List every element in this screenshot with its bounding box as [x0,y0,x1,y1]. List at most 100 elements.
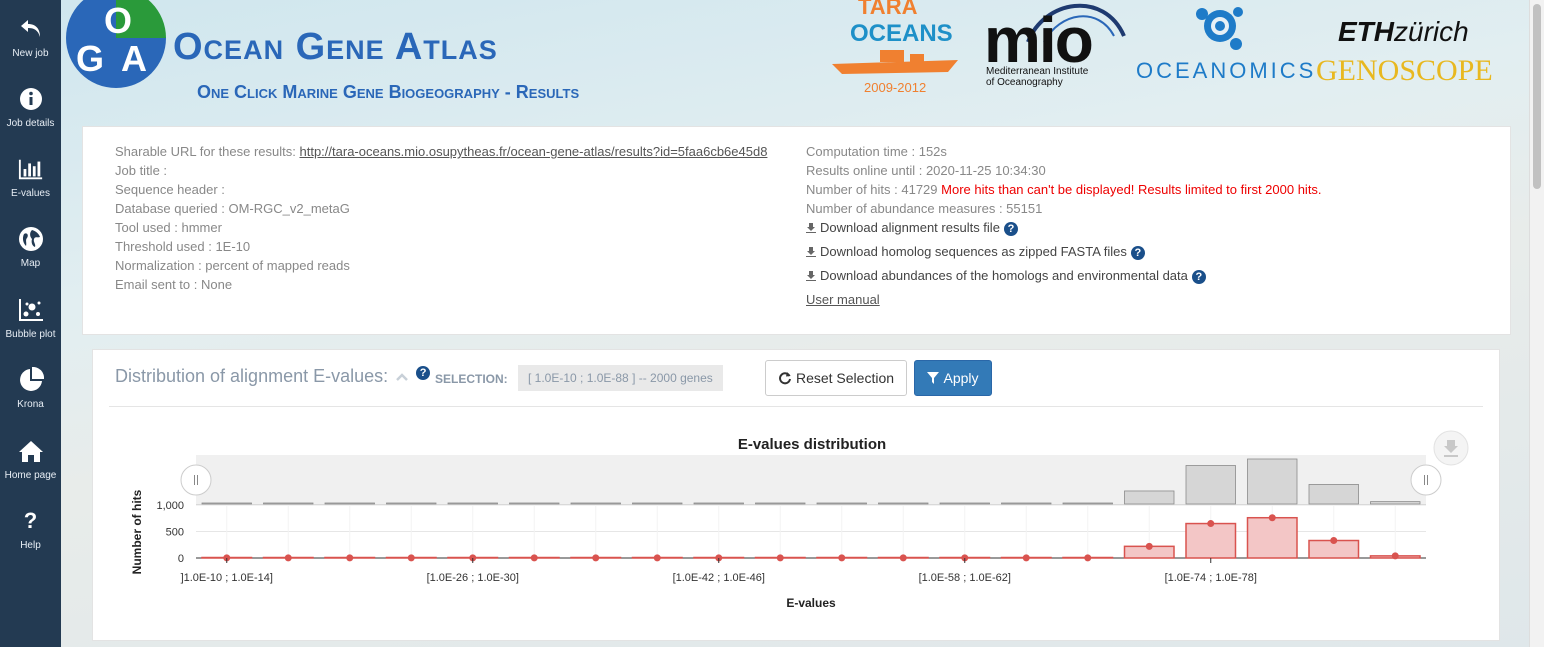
threshold-used: Threshold used : 1E-10 [115,239,251,254]
navigator-bar [939,502,990,505]
navigator-bar [1370,501,1421,505]
help-icon[interactable]: ? [1130,245,1145,260]
x-tick-label: ]1.0E-10 ; 1.0E-14] [181,572,273,584]
normalization: Normalization : percent of mapped reads [115,258,350,273]
undo-arrow-icon [18,16,44,42]
data-point[interactable] [530,554,538,562]
data-point[interactable] [1330,537,1338,545]
page-scrollbar[interactable] [1529,0,1544,647]
job-info-card: Sharable URL for these results: http://t… [82,126,1511,335]
help-icon[interactable]: ? [1191,269,1206,284]
boat-icon [832,50,958,74]
page-subtitle: One Click Marine Gene Biogeography - Res… [197,82,580,102]
genoscope-text: GENOSCOPE [1316,54,1493,87]
computation-time: Computation time : 152s [806,144,947,159]
sidebar-item-job-details[interactable]: Job details [0,76,61,142]
data-point[interactable] [776,554,784,562]
data-point[interactable] [838,554,846,562]
help-icon[interactable]: ? [1003,221,1018,236]
results-online-until: Results online until : 2020-11-25 10:34:… [806,163,1046,178]
sidebar: New job Job details E-values Map Bubble … [0,0,61,647]
download-alignment-link[interactable]: Download alignment results file? [806,220,1018,236]
histogram-bar[interactable] [1246,516,1298,559]
navigator-bar [1124,490,1175,505]
x-tick-label: [1.0E-42 ; 1.0E-46] [673,572,765,584]
data-point[interactable] [592,554,600,562]
data-point[interactable] [1268,514,1276,522]
navigator-bar [324,502,375,505]
tara-oceans-logo[interactable]: TARA OCEANS 2009-2012 [830,0,962,98]
navigator-bar [1001,502,1052,505]
eth-genoscope-logo[interactable]: ETHzürich GENOSCOPE [1316,10,1526,96]
download-alignment-label: Download alignment results file [820,220,1000,235]
data-point[interactable] [1207,520,1215,528]
export-menu-button[interactable] [1433,430,1469,466]
sidebar-item-map[interactable]: Map [0,216,61,282]
sidebar-item-krona[interactable]: Krona [0,357,61,423]
data-point[interactable] [407,554,415,562]
oceans-text: OCEANS [850,20,953,47]
sidebar-item-label: Job details [6,118,55,129]
data-point[interactable] [899,554,907,562]
data-point[interactable] [1022,554,1030,562]
navigator-bar [1247,458,1298,505]
number-of-hits-row: Number of hits : 41729 More hits than ca… [806,182,1322,197]
data-point[interactable] [1391,552,1399,560]
zurich-text: zürich [1394,16,1469,47]
download-homolog-link[interactable]: Download homolog sequences as zipped FAS… [806,244,1145,260]
x-axis-title: E-values [786,596,836,610]
y-tick-label: 1,000 [156,500,184,512]
navigator-bar [386,502,437,505]
handle-knob[interactable] [1410,464,1442,496]
download-abundances-link[interactable]: Download abundances of the homologs and … [806,268,1206,284]
x-tick-label: [1.0E-74 ; 1.0E-78] [1165,572,1257,584]
sidebar-item-help[interactable]: ? Help [0,498,61,564]
histogram-bar[interactable] [1185,522,1237,559]
mio-caption-line2: of Oceanography [986,77,1063,88]
handle-knob[interactable] [180,464,212,496]
download-icon [806,223,816,233]
navigator-bar [570,502,621,505]
download-abundances-label: Download abundances of the homologs and … [820,268,1188,283]
mio-text: mio [984,4,1094,76]
email-sent: Email sent to : None [115,277,233,292]
data-point[interactable] [1084,554,1092,562]
job-title: Job title : [115,163,168,178]
x-tick-label: [1.0E-58 ; 1.0E-62] [919,572,1011,584]
sidebar-item-label: Map [20,258,41,269]
chart-navigator[interactable] [196,455,1426,505]
navigator-bar [447,502,498,505]
sharable-url-label: Sharable URL for these results: [115,144,300,159]
sidebar-item-e-values[interactable]: E-values [0,146,61,212]
scrollbar-thumb[interactable] [1533,4,1541,189]
x-tick-label: [1.0E-26 ; 1.0E-30] [427,572,519,584]
sidebar-item-label: Home page [4,470,57,481]
mio-logo[interactable]: mio Mediterranean Institute of Oceanogra… [984,0,1128,96]
sidebar-item-bubble-plot[interactable]: Bubble plot [0,287,61,353]
sidebar-item-home-page[interactable]: Home page [0,428,61,494]
e-values-chart: E-values distribution 0 500 1,000 ]1.0E-10… [130,430,1469,610]
navigator-bar [201,502,252,505]
sharable-url-link[interactable]: http://tara-oceans.mio.osupytheas.fr/oce… [300,144,768,159]
download-homolog-label: Download homolog sequences as zipped FAS… [820,244,1127,259]
navigator-handle[interactable] [1410,464,1442,496]
info-icon [18,86,44,112]
navigator-bar [1062,502,1113,505]
y-tick-label: 0 [178,553,184,565]
abundance-measures: Number of abundance measures : 55151 [806,201,1043,216]
data-point[interactable] [653,554,661,562]
sidebar-item-new-job[interactable]: New job [0,6,61,72]
bubble-plot-icon [18,297,44,323]
mio-caption-line1: Mediterranean Institute [986,66,1089,77]
data-point[interactable] [1145,542,1153,550]
y-axis-title: Number of hits [130,489,144,574]
home-icon [18,438,44,464]
data-point[interactable] [346,554,354,562]
navigator-handle[interactable] [180,464,212,496]
user-manual-link[interactable]: User manual [806,292,880,307]
navigator-bar [755,502,806,505]
sidebar-item-label: E-values [11,188,50,199]
data-point[interactable] [284,554,292,562]
oceanomics-logo[interactable]: OCEANOMICS [1136,0,1313,90]
mio-caption: Mediterranean Institute of Oceanography [986,66,1088,88]
